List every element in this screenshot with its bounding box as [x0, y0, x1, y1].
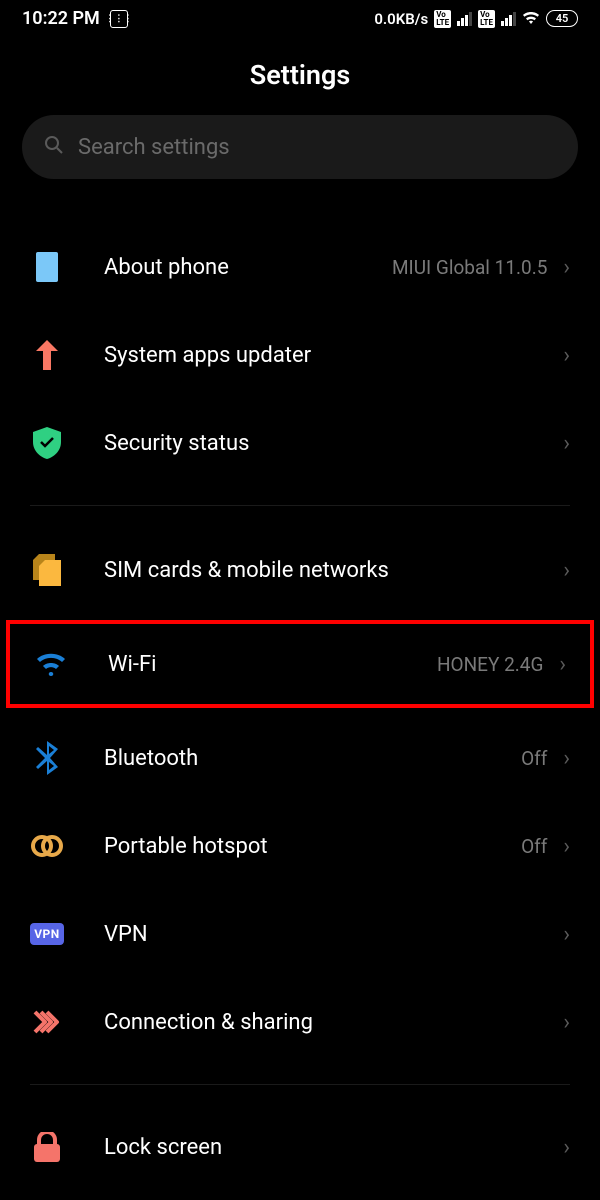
setting-label: Lock screen	[104, 1135, 563, 1160]
update-icon	[30, 338, 64, 372]
phone-icon	[30, 250, 64, 284]
signal-1-icon	[457, 12, 472, 26]
bluetooth-row[interactable]: Bluetooth Off ›	[0, 714, 600, 802]
setting-label: About phone	[104, 255, 392, 280]
page-title: Settings	[0, 37, 600, 115]
divider	[30, 1084, 570, 1085]
bluetooth-icon	[30, 741, 64, 775]
setting-value: Off	[521, 835, 547, 858]
setting-label: Connection & sharing	[104, 1010, 563, 1035]
status-time: 10:22 PM	[22, 8, 100, 29]
search-icon	[44, 135, 64, 160]
about-phone-row[interactable]: About phone MIUI Global 11.0.5 ›	[0, 223, 600, 311]
search-placeholder: Search settings	[78, 135, 230, 160]
chevron-right-icon: ›	[563, 558, 570, 583]
connection-icon	[30, 1005, 64, 1039]
chevron-right-icon: ›	[563, 343, 570, 368]
chevron-right-icon: ›	[563, 834, 570, 859]
hotspot-row[interactable]: Portable hotspot Off ›	[0, 802, 600, 890]
chevron-right-icon: ›	[563, 746, 570, 771]
signal-2-icon	[501, 12, 516, 26]
security-status-row[interactable]: Security status ›	[0, 399, 600, 487]
lock-icon	[30, 1130, 64, 1164]
sim-cards-row[interactable]: SIM cards & mobile networks ›	[0, 526, 600, 614]
search-bar[interactable]: Search settings	[22, 115, 578, 179]
setting-label: Security status	[104, 431, 563, 456]
setting-label: Bluetooth	[104, 746, 521, 771]
vpn-icon: VPN	[30, 917, 64, 951]
shield-icon	[30, 426, 64, 460]
chevron-right-icon: ›	[563, 431, 570, 456]
chevron-right-icon: ›	[563, 1010, 570, 1035]
system-updater-row[interactable]: System apps updater ›	[0, 311, 600, 399]
volte-icon-2: VoLTE	[478, 10, 495, 28]
lock-screen-row[interactable]: Lock screen ›	[0, 1103, 600, 1191]
setting-label: System apps updater	[104, 343, 563, 368]
wifi-icon	[34, 647, 68, 681]
status-bar: 10:22 PM ⋮⋮⋮ 0.0KB/s VoLTE VoLTE 45	[0, 0, 600, 37]
setting-label: Wi-Fi	[108, 652, 437, 677]
hotspot-icon	[30, 829, 64, 863]
vpn-row[interactable]: VPN VPN ›	[0, 890, 600, 978]
wifi-status-icon	[522, 10, 540, 28]
volte-icon: VoLTE	[434, 10, 451, 28]
sim-icon	[30, 553, 64, 587]
settings-list: About phone MIUI Global 11.0.5 › System …	[0, 223, 600, 1191]
connection-sharing-row[interactable]: Connection & sharing ›	[0, 978, 600, 1066]
setting-label: SIM cards & mobile networks	[104, 558, 563, 583]
setting-value: MIUI Global 11.0.5	[392, 256, 547, 279]
setting-value: Off	[521, 747, 547, 770]
chevron-right-icon: ›	[563, 922, 570, 947]
wifi-row[interactable]: Wi-Fi HONEY 2.4G ›	[6, 620, 594, 708]
data-rate: 0.0KB/s	[374, 10, 428, 28]
chevron-right-icon: ›	[563, 255, 570, 280]
setting-label: VPN	[104, 922, 563, 947]
battery-icon: 45	[546, 10, 578, 27]
divider	[30, 505, 570, 506]
setting-value: HONEY 2.4G	[437, 653, 543, 676]
keypad-icon: ⋮⋮⋮	[110, 10, 128, 28]
chevron-right-icon: ›	[563, 1135, 570, 1160]
setting-label: Portable hotspot	[104, 834, 521, 859]
chevron-right-icon: ›	[559, 652, 566, 677]
